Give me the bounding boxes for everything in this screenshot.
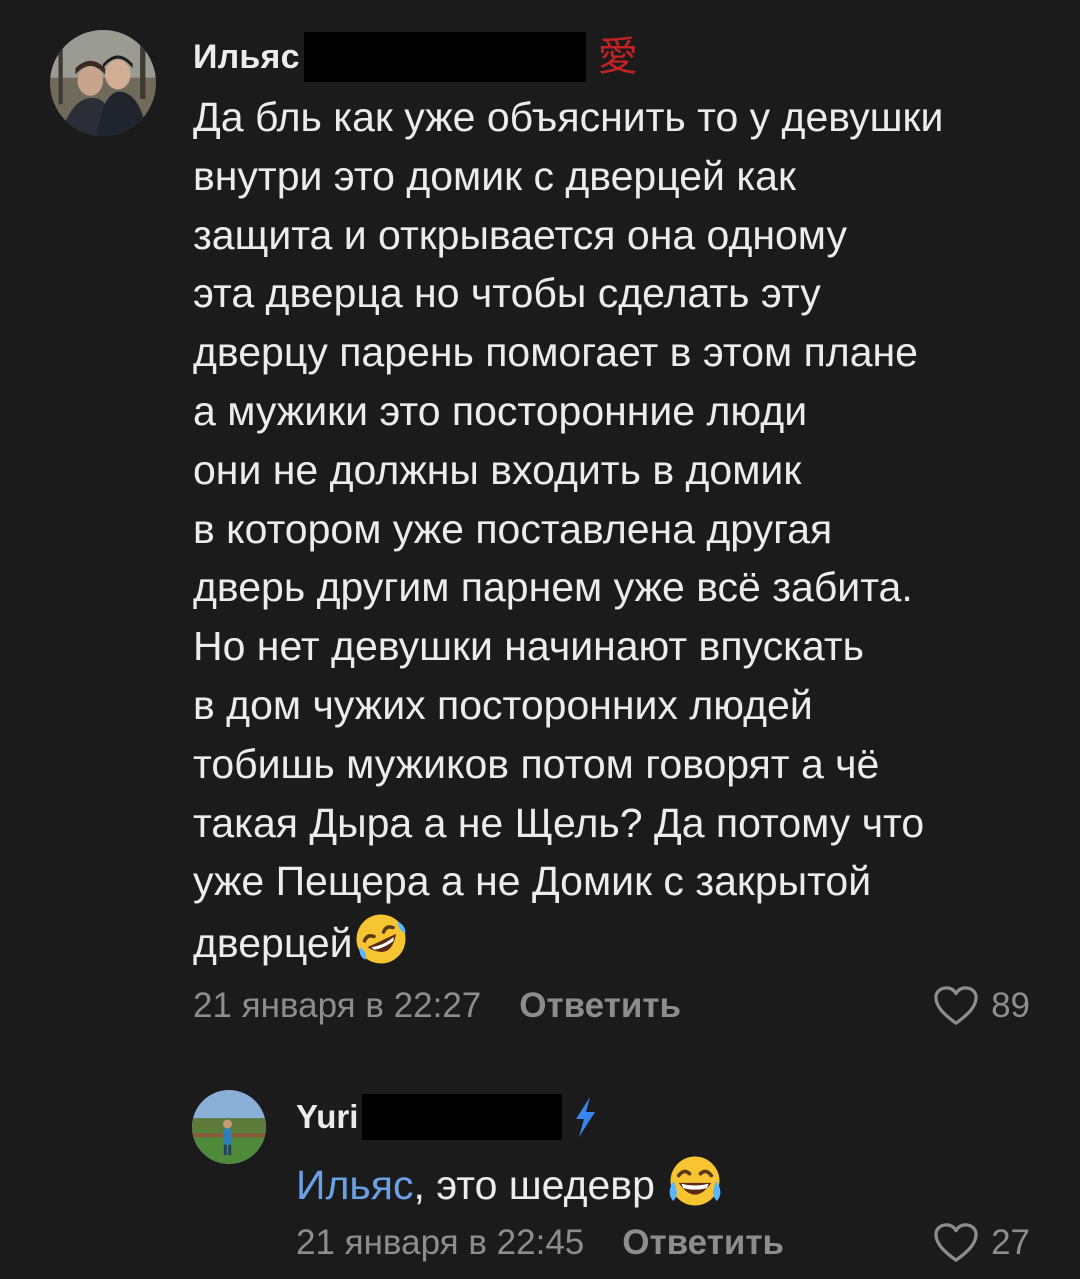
tears-of-joy-emoji-icon (669, 1156, 721, 1206)
reply-comment: Yuri Ильяс, это шедевр 21 января в 22:45… (0, 1060, 1080, 1279)
mention-link[interactable]: Ильяс (296, 1162, 413, 1208)
like-count: 27 (991, 1223, 1030, 1262)
author-row: Ильяс 愛 (193, 32, 638, 82)
like-button[interactable]: 89 (933, 980, 1030, 1032)
avatar-photo-icon (50, 30, 156, 136)
redacted-surname (362, 1094, 563, 1140)
heart-icon (934, 986, 978, 1025)
comment-body: , это шедевр (413, 1162, 667, 1208)
comment-meta: 21 января в 22:45 Ответить (296, 1217, 784, 1269)
like-button[interactable]: 27 (933, 1217, 1030, 1269)
avatar[interactable] (50, 30, 156, 136)
reply-button[interactable]: Ответить (622, 1223, 784, 1263)
comment-meta: 21 января в 22:27 Ответить (193, 980, 681, 1032)
timestamp: 21 января в 22:27 (193, 986, 482, 1025)
redacted-surname (303, 32, 586, 82)
like-count: 89 (991, 986, 1030, 1025)
reply-button[interactable]: Ответить (519, 986, 681, 1026)
avatar[interactable] (192, 1090, 266, 1164)
comment-text: Да бль как уже объяснить то у девушки вн… (193, 88, 1053, 973)
lightning-icon (576, 1097, 596, 1137)
author-name[interactable]: Ильяс (193, 38, 300, 77)
comment-text: Ильяс, это шедевр (296, 1153, 724, 1214)
comment-body: Да бль как уже объяснить то у девушки вн… (193, 94, 944, 967)
rolling-laughing-emoji-icon (356, 914, 406, 964)
author-row: Yuri (296, 1093, 600, 1141)
comment: Ильяс 愛 Да бль как уже объяснить то у де… (0, 0, 1080, 1060)
status-badge: 愛 (597, 34, 638, 80)
avatar-photo-icon (192, 1090, 266, 1164)
heart-icon (934, 1223, 978, 1262)
author-name[interactable]: Yuri (296, 1098, 358, 1136)
timestamp: 21 января в 22:45 (296, 1223, 585, 1262)
lightning-badge (570, 1095, 600, 1139)
